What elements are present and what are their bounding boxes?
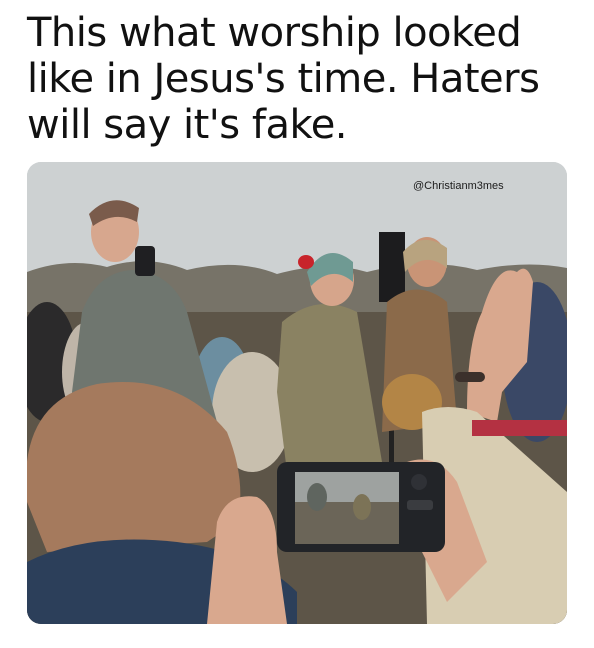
watermark-handle: @Christianm3mes <box>413 180 504 192</box>
caption-line-1: This what worship looked <box>27 10 522 56</box>
worship-photo: @Christianm3mes <box>27 162 567 624</box>
meme-caption: This what worship looked like in Jesus's… <box>27 10 577 148</box>
photo-scene <box>27 162 567 624</box>
caption-line-2: like in Jesus's time. Haters <box>27 56 540 102</box>
caption-line-3: will say it's fake. <box>27 102 348 148</box>
